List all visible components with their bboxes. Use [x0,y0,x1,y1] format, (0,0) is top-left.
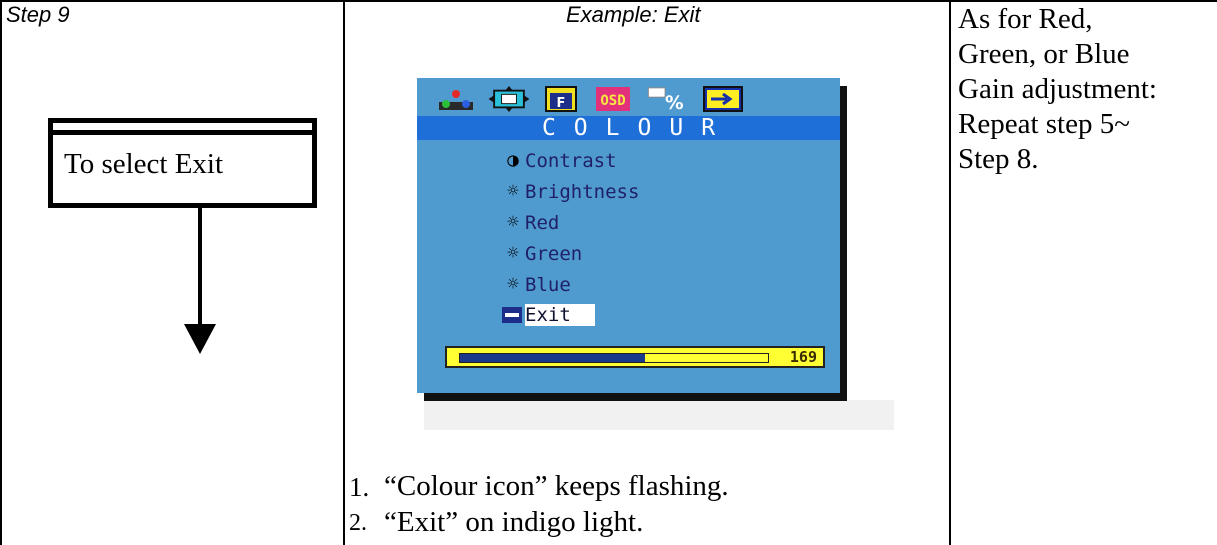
callout-text: To select Exit [64,148,224,180]
position-tab-icon[interactable] [487,86,531,112]
instruction-text: As for Red, Green, or Blue Gain adjustme… [958,2,1216,177]
osd-tab-icon[interactable]: OSD [595,86,631,112]
sun-icon: ☼ [507,180,519,202]
instruction-line: Green, or Blue [958,38,1130,70]
document-page: Step 9 To select Exit Example: Exit F OS… [0,0,1217,545]
slider-fill [460,354,645,362]
instruction-line: Step 8. [958,143,1039,175]
instruction-line: Gain adjustment: [958,73,1157,105]
table-left-border [0,0,2,545]
example-label: Example: Exit [566,2,701,27]
instruction-line: Repeat step 5~ [958,108,1130,140]
sun-icon: ☼ [507,273,519,295]
reset-tab-icon[interactable]: % [645,86,687,112]
table-column-divider-1 [343,0,345,545]
return-icon [502,307,522,323]
osd-icon-row: F OSD % [427,84,827,116]
osd-title: COLOUR [541,115,734,141]
menu-item-red[interactable]: Red [525,212,559,234]
svg-text:OSD: OSD [600,93,625,109]
menu-item-exit[interactable]: Exit [525,304,571,326]
note-text-1: “Colour icon” keeps flashing. [384,470,729,502]
note-number-1: 1. [349,472,370,502]
down-arrow-icon [184,324,216,354]
menu-item-contrast[interactable]: Contrast [525,150,617,172]
table-column-divider-2 [949,0,951,545]
svg-text:%: % [665,93,684,112]
function-tab-icon[interactable]: F [545,86,577,112]
osd-shadow-haze [424,400,894,430]
slider-track [459,353,769,363]
contrast-icon: ◑ [507,149,519,171]
instruction-line: As for Red, [958,3,1093,35]
menu-item-brightness[interactable]: Brightness [525,181,639,203]
value-slider[interactable]: 169 [445,346,825,368]
sun-icon: ☼ [507,242,519,264]
step-label: Step 9 [6,2,70,27]
svg-text:F: F [557,96,566,111]
osd-menu: F OSD % COLOUR ◑ Contrast ☼ Brightness ☼… [417,78,840,393]
down-arrow-shaft [198,203,202,330]
callout-box-top-bar [48,130,317,135]
note-number-2: 2. [349,510,367,536]
colour-tab-icon[interactable] [437,86,475,112]
sun-icon: ☼ [507,211,519,233]
note-text-2: “Exit” on indigo light. [384,506,644,538]
menu-item-green[interactable]: Green [525,243,582,265]
slider-value: 169 [789,348,817,366]
exit-tab-icon[interactable] [703,86,743,112]
menu-item-blue[interactable]: Blue [525,274,571,296]
